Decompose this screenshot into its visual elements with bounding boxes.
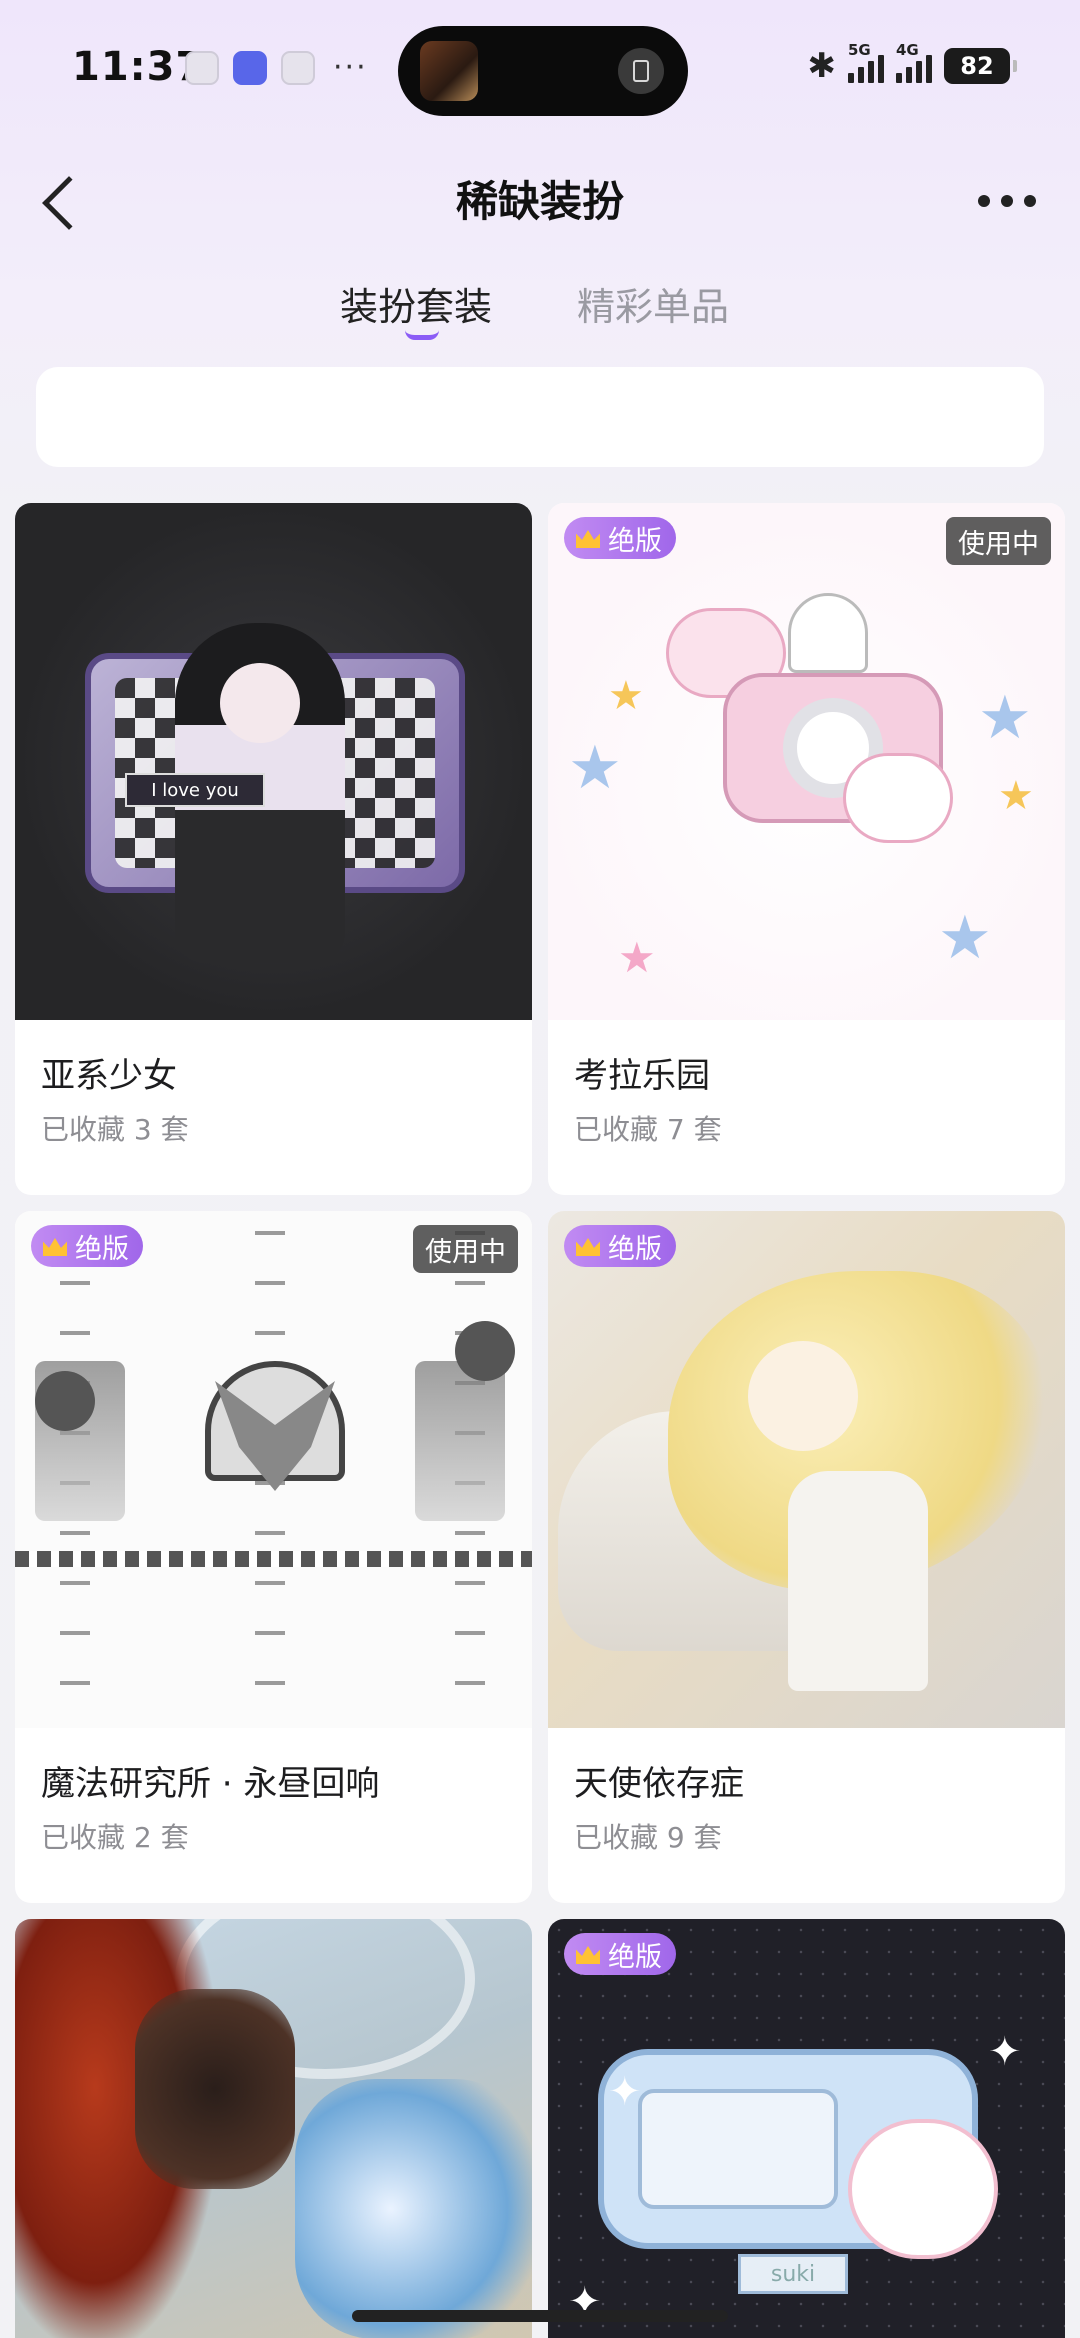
outfit-card[interactable]: 绝版 使用中 魔法研究所 · 永昼回响 已收藏 2 套	[15, 1211, 532, 1903]
active-tab-indicator	[405, 330, 439, 340]
tab-bar: 装扮套装 精彩单品	[0, 276, 1080, 346]
signal-5g-icon: 5G	[848, 41, 884, 83]
art-label: suki	[738, 2254, 848, 2294]
out-of-print-badge: 绝版	[564, 1933, 676, 1975]
outfit-name: 亚系少女	[41, 1056, 177, 1096]
outfit-card[interactable]: 绝版 suki ✦ ✦ ✦	[548, 1919, 1065, 2338]
notification-icons: ···	[185, 50, 368, 85]
app-notification-icon	[281, 50, 315, 85]
out-of-print-badge: 绝版	[564, 1225, 676, 1267]
out-of-print-badge: 绝版	[31, 1225, 143, 1267]
tab-outfit-sets[interactable]: 装扮套装	[340, 276, 492, 331]
dynamic-island[interactable]	[398, 26, 688, 116]
outfit-count: 已收藏 9 套	[574, 1821, 722, 1854]
in-use-badge: 使用中	[413, 1225, 518, 1273]
outfit-thumbnail: I love you	[15, 503, 532, 1020]
outfit-count: 已收藏 2 套	[41, 1821, 189, 1854]
outfit-name: 天使依存症	[574, 1764, 744, 1804]
art-label: I love you	[125, 773, 265, 807]
more-options-button[interactable]	[978, 195, 1036, 207]
outfit-card[interactable]: I love you 亚系少女 已收藏 3 套	[15, 503, 532, 1195]
more-dot-icon	[1024, 195, 1036, 207]
outfit-name: 魔法研究所 · 永昼回响	[41, 1764, 380, 1804]
outfit-thumbnail	[548, 1211, 1065, 1728]
crown-icon	[574, 1942, 602, 1966]
outfit-count: 已收藏 7 套	[574, 1113, 722, 1146]
status-indicators: ✱ 5G 4G 82	[807, 41, 1017, 86]
more-notifications-icon: ···	[333, 50, 368, 85]
media-thumbnail	[420, 41, 478, 101]
crown-icon	[574, 526, 602, 550]
outfit-thumbnail	[15, 1211, 532, 1728]
filter-bar[interactable]	[36, 367, 1044, 467]
outfit-count: 已收藏 3 套	[41, 1113, 189, 1146]
more-dot-icon	[978, 195, 990, 207]
outfit-name: 考拉乐园	[574, 1056, 710, 1096]
outfit-thumbnail: ★ ★ ★ ★ ★ ★	[548, 503, 1065, 1020]
battery-icon: 82	[944, 48, 1017, 84]
app-notification-icon	[233, 50, 267, 85]
page-title: 稀缺装扮	[455, 177, 624, 226]
out-of-print-badge: 绝版	[564, 517, 676, 559]
crown-icon	[574, 1234, 602, 1258]
bluetooth-icon: ✱	[807, 46, 837, 86]
in-use-badge: 使用中	[946, 517, 1051, 565]
calculator-icon	[618, 48, 664, 94]
more-dot-icon	[1001, 195, 1013, 207]
status-bar: 11:37 ··· ✱ 5G 4G 82	[0, 0, 1080, 140]
outfit-card[interactable]: 绝版 天使依存症 已收藏 9 套	[548, 1211, 1065, 1903]
crown-icon	[41, 1234, 69, 1258]
home-indicator[interactable]	[352, 2310, 728, 2322]
signal-4g-icon: 4G	[896, 41, 932, 83]
tab-single-items[interactable]: 精彩单品	[577, 276, 729, 331]
outfit-card[interactable]	[15, 1919, 532, 2338]
outfit-thumbnail	[15, 1919, 532, 2338]
outfit-card[interactable]: 绝版 使用中 ★ ★ ★ ★ ★ ★ 考拉乐园 已收藏 7 套	[548, 503, 1065, 1195]
outfit-thumbnail: suki ✦ ✦ ✦	[548, 1919, 1065, 2338]
app-notification-icon	[185, 50, 219, 85]
